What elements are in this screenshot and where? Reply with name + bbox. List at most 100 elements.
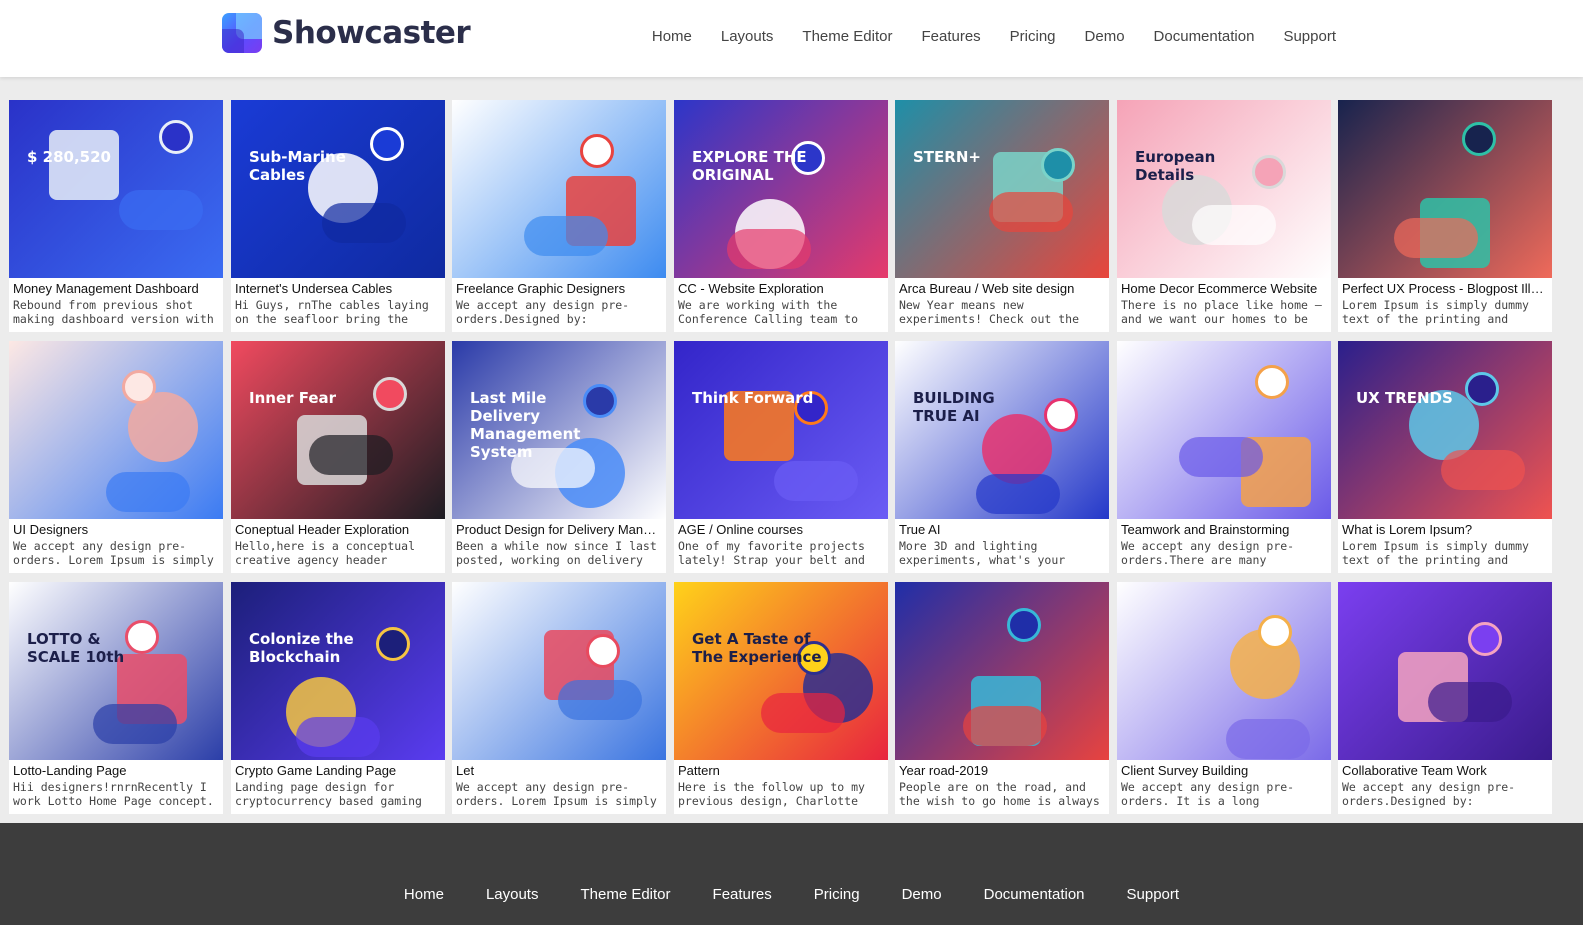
illustration-shape bbox=[159, 120, 193, 154]
footer-nav-home[interactable]: Home bbox=[404, 886, 444, 903]
card-description: Lorem Ipsum is simply dummy text of the … bbox=[1342, 539, 1529, 567]
showcase-card[interactable]: Collaborative Team Work We accept any des… bbox=[1338, 582, 1552, 814]
footer-nav-documentation[interactable]: Documentation bbox=[984, 886, 1085, 903]
card-thumbnail[interactable] bbox=[452, 582, 666, 760]
site-footer: Home Layouts Theme Editor Features Prici… bbox=[0, 823, 1583, 925]
card-title[interactable]: Perfect UX Process - Blogpost Illustrati… bbox=[1338, 278, 1552, 296]
illustration-shape bbox=[963, 706, 1047, 746]
showcase-card[interactable]: $ 280,520 Money Management Dashboard Rebou… bbox=[9, 100, 223, 332]
card-thumbnail[interactable]: Last Mile Delivery Management System bbox=[452, 341, 666, 519]
nav-home[interactable]: Home bbox=[652, 28, 692, 45]
card-title[interactable]: Home Decor Ecommerce Website bbox=[1117, 278, 1331, 296]
card-title[interactable]: Pattern bbox=[674, 760, 888, 778]
illustration-shape bbox=[580, 134, 614, 168]
card-title[interactable]: AGE / Online courses bbox=[674, 519, 888, 537]
card-description: Hi Guys, rnThe cables laying on the seaf… bbox=[235, 298, 429, 326]
footer-nav-theme-editor[interactable]: Theme Editor bbox=[580, 886, 670, 903]
thumbnail-headline: European Details bbox=[1135, 148, 1216, 184]
showcase-card[interactable]: Year road-2019 People are on the road, an… bbox=[895, 582, 1109, 814]
nav-demo[interactable]: Demo bbox=[1085, 28, 1125, 45]
footer-nav-support[interactable]: Support bbox=[1127, 886, 1180, 903]
card-title[interactable]: Crypto Game Landing Page bbox=[231, 760, 445, 778]
card-thumbnail[interactable]: $ 280,520 bbox=[9, 100, 223, 278]
card-description: Been a while now since I last posted, wo… bbox=[456, 539, 657, 567]
showcase-card[interactable]: Let We accept any design pre-orders. Lore… bbox=[452, 582, 666, 814]
card-thumbnail[interactable] bbox=[452, 100, 666, 278]
card-thumbnail[interactable] bbox=[1338, 582, 1552, 760]
showcase-card[interactable]: EXPLORE THE ORIGINAL CC - Website Explora… bbox=[674, 100, 888, 332]
showcase-card[interactable]: Colonize the Blockchain Crypto Game Landi… bbox=[231, 582, 445, 814]
card-thumbnail[interactable]: Sub-Marine Cables bbox=[231, 100, 445, 278]
card-thumbnail[interactable]: Colonize the Blockchain bbox=[231, 582, 445, 760]
card-thumbnail[interactable]: EXPLORE THE ORIGINAL bbox=[674, 100, 888, 278]
card-title[interactable]: Money Management Dashboard bbox=[9, 278, 223, 296]
showcase-card[interactable]: Sub-Marine Cables Internet's Undersea Cab… bbox=[231, 100, 445, 332]
illustration-shape bbox=[1468, 622, 1502, 656]
card-title[interactable]: Year road-2019 bbox=[895, 760, 1109, 778]
showcase-card[interactable]: European Details Home Decor Ecommerce Web… bbox=[1117, 100, 1331, 332]
card-title[interactable]: True AI bbox=[895, 519, 1109, 537]
card-title[interactable]: Coneptual Header Exploration bbox=[231, 519, 445, 537]
card-thumbnail[interactable]: BUILDING TRUE AI bbox=[895, 341, 1109, 519]
card-title[interactable]: Teamwork and Brainstorming bbox=[1117, 519, 1331, 537]
nav-theme-editor[interactable]: Theme Editor bbox=[802, 28, 892, 45]
showcase-card[interactable]: UX TRENDS What is Lorem Ipsum? Lorem Ipsum… bbox=[1338, 341, 1552, 573]
card-description: More 3D and lighting experiments, what's… bbox=[899, 539, 1066, 567]
illustration-shape bbox=[1428, 682, 1512, 722]
card-title[interactable]: Product Design for Delivery Management bbox=[452, 519, 666, 537]
card-title[interactable]: Let bbox=[452, 760, 666, 778]
footer-nav-features[interactable]: Features bbox=[713, 886, 772, 903]
illustration-shape bbox=[322, 203, 406, 243]
card-title[interactable]: Client Survey Building bbox=[1117, 760, 1331, 778]
illustration-shape bbox=[1226, 719, 1310, 759]
showcase-card[interactable]: Freelance Graphic Designers We accept any… bbox=[452, 100, 666, 332]
card-title[interactable]: Internet's Undersea Cables bbox=[231, 278, 445, 296]
card-thumbnail[interactable] bbox=[895, 582, 1109, 760]
card-thumbnail[interactable]: Get A Taste of The Experience bbox=[674, 582, 888, 760]
thumbnail-headline: Get A Taste of The Experience bbox=[692, 630, 822, 666]
footer-nav-demo[interactable]: Demo bbox=[902, 886, 942, 903]
showcase-card[interactable]: UI Designers We accept any design pre-ord… bbox=[9, 341, 223, 573]
showcase-card[interactable]: BUILDING TRUE AI True AI More 3D and light… bbox=[895, 341, 1109, 573]
showcase-card[interactable]: Client Survey Building We accept any desi… bbox=[1117, 582, 1331, 814]
card-thumbnail[interactable]: STERN+ bbox=[895, 100, 1109, 278]
showcase-card[interactable]: Think Forward AGE / Online courses One of … bbox=[674, 341, 888, 573]
nav-pricing[interactable]: Pricing bbox=[1010, 28, 1056, 45]
illustration-shape bbox=[727, 229, 811, 269]
card-thumbnail[interactable]: Think Forward bbox=[674, 341, 888, 519]
illustration-shape bbox=[93, 704, 177, 744]
card-title[interactable]: Collaborative Team Work bbox=[1338, 760, 1552, 778]
card-thumbnail[interactable]: Inner Fear bbox=[231, 341, 445, 519]
card-thumbnail[interactable] bbox=[1338, 100, 1552, 278]
illustration-shape bbox=[309, 435, 393, 475]
nav-features[interactable]: Features bbox=[921, 28, 980, 45]
card-title[interactable]: Arca Bureau / Web site design bbox=[895, 278, 1109, 296]
nav-layouts[interactable]: Layouts bbox=[721, 28, 774, 45]
card-thumbnail[interactable]: UX TRENDS bbox=[1338, 341, 1552, 519]
showcase-card[interactable]: Perfect UX Process - Blogpost Illustrati… bbox=[1338, 100, 1552, 332]
card-title[interactable]: CC - Website Exploration bbox=[674, 278, 888, 296]
card-thumbnail[interactable] bbox=[1117, 582, 1331, 760]
nav-documentation[interactable]: Documentation bbox=[1154, 28, 1255, 45]
nav-support[interactable]: Support bbox=[1283, 28, 1336, 45]
card-title[interactable]: Lotto-Landing Page bbox=[9, 760, 223, 778]
showcase-card[interactable]: Get A Taste of The Experience Pattern Here… bbox=[674, 582, 888, 814]
card-thumbnail[interactable] bbox=[9, 341, 223, 519]
thumbnail-headline: LOTTO & SCALE 10th bbox=[27, 630, 125, 666]
showcase-card[interactable]: Last Mile Delivery Management System Prod… bbox=[452, 341, 666, 573]
showcase-card[interactable]: Inner Fear Coneptual Header Exploration He… bbox=[231, 341, 445, 573]
card-title[interactable]: Freelance Graphic Designers bbox=[452, 278, 666, 296]
showcase-card[interactable]: Teamwork and Brainstorming We accept any … bbox=[1117, 341, 1331, 573]
brand-logo[interactable]: Showcaster bbox=[222, 13, 471, 53]
card-title[interactable]: UI Designers bbox=[9, 519, 223, 537]
footer-nav-pricing[interactable]: Pricing bbox=[814, 886, 860, 903]
illustration-shape bbox=[761, 693, 845, 733]
card-thumbnail[interactable]: European Details bbox=[1117, 100, 1331, 278]
card-thumbnail[interactable]: LOTTO & SCALE 10th bbox=[9, 582, 223, 760]
card-title[interactable]: What is Lorem Ipsum? bbox=[1338, 519, 1552, 537]
showcase-card[interactable]: LOTTO & SCALE 10th Lotto-Landing Page Hii … bbox=[9, 582, 223, 814]
card-thumbnail[interactable] bbox=[1117, 341, 1331, 519]
showcase-card[interactable]: STERN+ Arca Bureau / Web site design New Y… bbox=[895, 100, 1109, 332]
footer-nav-layouts[interactable]: Layouts bbox=[486, 886, 539, 903]
illustration-shape bbox=[106, 472, 190, 512]
